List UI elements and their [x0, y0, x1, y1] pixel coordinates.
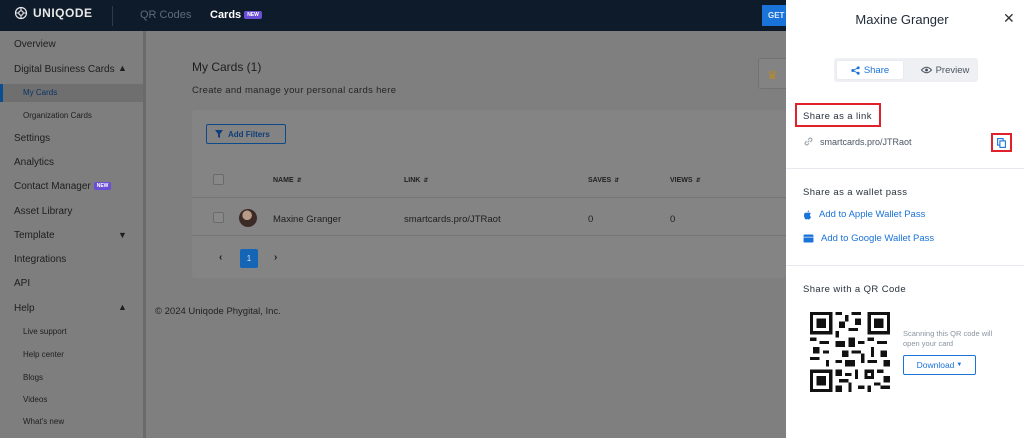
row-divider	[192, 197, 786, 198]
table-cell-link[interactable]: smartcards.pro/JTRaot	[404, 214, 501, 225]
contact-manager-label: Contact Manager	[14, 181, 91, 192]
eye-icon	[920, 66, 932, 74]
sidebar-item-whats-new[interactable]: What's new	[23, 417, 64, 426]
add-filters-label: Add Filters	[228, 129, 270, 139]
apple-icon	[803, 209, 811, 220]
apple-wallet-label: Add to Apple Wallet Pass	[819, 209, 926, 220]
qr-note: Scanning this QR code will open your car…	[903, 329, 993, 348]
sidebar-item-asset-library[interactable]: Asset Library	[14, 206, 72, 217]
drawer-title: Maxine Granger	[855, 12, 949, 27]
tab-cards[interactable]: Cards NEW	[210, 9, 262, 21]
sidebar-item-contact-manager[interactable]: Contact Manager NEW	[14, 181, 112, 192]
column-link-label: LINK	[404, 177, 421, 184]
link-icon	[804, 137, 813, 146]
row-checkbox[interactable]	[213, 212, 224, 223]
share-drawer: Maxine Granger ✕ Share Preview Share as …	[786, 0, 1024, 438]
chevron-up-icon[interactable]: ▲	[118, 63, 127, 73]
top-navbar: UNIQODE QR Codes Cards NEW GET	[0, 0, 786, 31]
download-button[interactable]: Download ▼	[903, 355, 976, 375]
tab-cards-label: Cards	[210, 9, 242, 21]
sidebar-item-settings[interactable]: Settings	[14, 133, 50, 144]
qr-heading: Share with a QR Code	[803, 284, 907, 295]
sidebar-item-analytics[interactable]: Analytics	[14, 157, 54, 168]
share-link-url: smartcards.pro/JTRaot	[820, 136, 912, 147]
table-cell-views: 0	[670, 214, 676, 225]
pagination-current-page[interactable]: 1	[240, 249, 258, 268]
copy-link-button[interactable]	[991, 133, 1012, 152]
column-saves-label: SAVES	[588, 177, 612, 184]
column-header-views[interactable]: VIEWS ⇵	[670, 177, 701, 184]
wallet-icon	[803, 234, 814, 243]
crown-icon: ♛	[767, 68, 778, 82]
column-name-label: NAME	[273, 177, 294, 184]
tab-share-label: Share	[863, 64, 890, 76]
caret-down-icon: ▼	[956, 362, 963, 368]
sidebar-item-template[interactable]: Template	[14, 230, 55, 241]
tab-preview[interactable]: Preview	[914, 61, 976, 79]
sidebar-item-videos[interactable]: Videos	[23, 395, 47, 404]
avatar	[239, 209, 257, 227]
sidebar-item-my-cards[interactable]: My Cards	[23, 88, 57, 97]
sidebar-item-my-cards-active[interactable]	[0, 84, 143, 102]
sort-icon: ⇵	[695, 178, 701, 184]
sidebar-scrollbar[interactable]	[143, 31, 146, 438]
pagination-prev-icon[interactable]: ‹	[219, 252, 222, 263]
select-all-checkbox[interactable]	[213, 174, 224, 185]
page-title: My Cards (1)	[192, 60, 262, 74]
column-views-label: VIEWS	[670, 177, 693, 184]
table-cell-name[interactable]: Maxine Granger	[273, 214, 341, 225]
google-wallet-label: Add to Google Wallet Pass	[821, 233, 935, 244]
sidebar-item-live-support[interactable]: Live support	[23, 327, 67, 336]
sidebar-item-overview[interactable]: Overview	[14, 39, 56, 50]
new-badge: NEW	[93, 182, 112, 191]
tab-preview-label: Preview	[935, 64, 970, 76]
share-icon	[851, 65, 860, 75]
sidebar-item-api[interactable]: API	[14, 278, 30, 289]
get-started-button[interactable]: GET	[762, 5, 786, 26]
new-badge: NEW	[244, 11, 262, 20]
column-header-link[interactable]: LINK ⇵	[404, 177, 428, 184]
close-icon[interactable]: ✕	[1003, 10, 1015, 27]
chevron-up-icon[interactable]: ▲	[118, 302, 127, 312]
nav-divider	[112, 6, 113, 26]
table-cell-saves: 0	[588, 214, 594, 225]
sidebar-item-blogs[interactable]: Blogs	[23, 373, 43, 382]
brand-name: UNIQODE	[33, 6, 93, 20]
sidebar-item-help-center[interactable]: Help center	[23, 350, 64, 359]
chevron-down-icon[interactable]: ▼	[118, 230, 127, 240]
tab-share[interactable]: Share	[837, 61, 903, 79]
footer-copyright: © 2024 Uniqode Phygital, Inc.	[155, 306, 281, 317]
google-wallet-link[interactable]: Add to Google Wallet Pass	[803, 233, 934, 244]
add-filters-button[interactable]: Add Filters	[206, 124, 286, 144]
column-header-name[interactable]: NAME ⇵	[273, 177, 302, 184]
share-preview-toggle: Share Preview	[834, 58, 978, 82]
sidebar-item-integrations[interactable]: Integrations	[14, 254, 66, 265]
download-label: Download	[916, 360, 955, 370]
share-link-row: smartcards.pro/JTRaot	[803, 136, 912, 147]
tab-qr-codes[interactable]: QR Codes	[140, 9, 191, 21]
apple-wallet-link[interactable]: Add to Apple Wallet Pass	[803, 209, 925, 220]
pagination-next-icon[interactable]: ›	[274, 252, 277, 263]
section-divider	[786, 168, 1024, 169]
column-header-saves[interactable]: SAVES ⇵	[588, 177, 619, 184]
sidebar-item-digital-business-cards[interactable]: Digital Business Cards	[14, 64, 115, 75]
qr-code-image	[810, 312, 890, 392]
sidebar-item-help[interactable]: Help	[14, 303, 35, 314]
page-subtitle: Create and manage your personal cards he…	[192, 85, 397, 96]
share-link-heading: Share as a link	[803, 111, 872, 122]
section-divider	[786, 265, 1024, 266]
sort-icon: ⇵	[614, 178, 620, 184]
logo-icon	[14, 6, 28, 20]
sort-icon: ⇵	[423, 178, 429, 184]
brand-logo[interactable]: UNIQODE	[14, 6, 93, 20]
upgrade-button[interactable]: ♛	[758, 58, 786, 89]
sidebar-item-organization-cards[interactable]: Organization Cards	[23, 111, 92, 120]
filter-icon	[215, 130, 223, 138]
wallet-heading: Share as a wallet pass	[803, 187, 908, 198]
sort-icon: ⇵	[296, 178, 302, 184]
row-divider	[192, 235, 786, 236]
copy-icon	[997, 137, 1006, 148]
